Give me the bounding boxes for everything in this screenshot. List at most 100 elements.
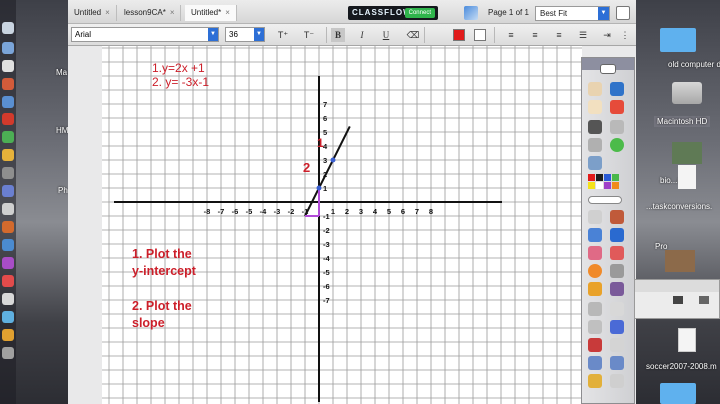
eject-icon[interactable]	[673, 296, 683, 304]
clipboard-icon[interactable]	[610, 302, 624, 316]
zoom-select[interactable]: Best Fit ▼	[535, 6, 610, 21]
previous-page-icon[interactable]	[588, 138, 602, 152]
video-thumbnail-icon[interactable]	[665, 250, 695, 272]
tab-untitled[interactable]: Untitled ×	[68, 5, 117, 21]
folder-icon[interactable]	[660, 383, 696, 404]
annotation-2: 2	[303, 160, 311, 175]
connector-icon[interactable]	[610, 264, 624, 278]
redo-icon[interactable]	[610, 356, 624, 370]
align-center-icon[interactable]: ≡	[528, 28, 542, 42]
color-black[interactable]	[596, 174, 603, 181]
dice-icon[interactable]	[588, 338, 602, 352]
color-white[interactable]	[596, 182, 603, 189]
app-icon[interactable]	[2, 329, 14, 341]
app-icon[interactable]	[2, 167, 14, 179]
undo-icon[interactable]	[588, 356, 602, 370]
app-icon[interactable]	[2, 60, 14, 72]
shape-icon[interactable]	[610, 246, 624, 260]
movie-file-icon[interactable]	[678, 328, 696, 352]
indent-icon[interactable]: ⇥	[600, 28, 614, 42]
notes-icon[interactable]	[588, 100, 602, 114]
browser-icon[interactable]	[588, 82, 602, 96]
app-icon[interactable]	[2, 131, 14, 143]
align-left-icon[interactable]: ≡	[504, 28, 518, 42]
grow-font-button[interactable]: T⁺	[276, 28, 290, 42]
clear-icon[interactable]	[610, 120, 624, 134]
page-thumbnails-icon[interactable]	[464, 6, 478, 20]
app-icon[interactable]	[2, 311, 14, 323]
select-icon[interactable]	[588, 210, 602, 224]
camera-icon[interactable]	[588, 374, 602, 388]
text-icon[interactable]	[588, 282, 602, 296]
secondary-window-titlebar[interactable]	[635, 280, 719, 292]
keyboard-icon[interactable]	[610, 338, 624, 352]
color-red[interactable]	[588, 174, 595, 181]
color-purple[interactable]	[604, 182, 611, 189]
clear-format-button[interactable]: ⌫	[406, 28, 420, 42]
tools-icon[interactable]	[610, 210, 624, 224]
bullet-list-icon[interactable]: ☰	[576, 28, 590, 42]
color-yellow[interactable]	[588, 182, 595, 189]
desktop-left-label: Ma	[56, 68, 68, 77]
app-icon[interactable]	[2, 42, 14, 54]
text-color-swatch[interactable]	[453, 29, 465, 41]
pen-width-slider[interactable]	[588, 196, 622, 204]
font-size-select[interactable]: 36 ▼	[225, 27, 265, 42]
desktop-annotate-icon[interactable]	[588, 156, 602, 170]
app-icon[interactable]	[2, 347, 14, 359]
video-thumbnail-icon[interactable]	[672, 142, 702, 164]
font-family-select[interactable]: Arial ▼	[71, 27, 219, 42]
color-orange[interactable]	[612, 182, 619, 189]
italic-button[interactable]: I	[355, 28, 369, 42]
trash-icon[interactable]	[610, 374, 624, 388]
close-icon[interactable]: ×	[105, 8, 110, 17]
pen-icon[interactable]	[588, 228, 602, 242]
line-icon[interactable]	[588, 302, 602, 316]
magic-ink-icon[interactable]	[610, 282, 624, 296]
screen-shade-icon[interactable]	[588, 120, 602, 134]
next-page-icon[interactable]	[610, 138, 624, 152]
color-green[interactable]	[612, 174, 619, 181]
fill-color-swatch[interactable]	[474, 29, 486, 41]
app-icon[interactable]	[2, 239, 14, 251]
finder-icon[interactable]	[2, 22, 14, 34]
revealer-icon[interactable]	[588, 320, 602, 334]
eraser-icon[interactable]	[588, 246, 602, 260]
play-icon[interactable]	[699, 296, 709, 304]
app-icon[interactable]	[2, 221, 14, 233]
record-icon[interactable]	[610, 100, 624, 114]
resource-icon[interactable]	[610, 82, 624, 96]
tab-lesson9ca[interactable]: lesson9CA* ×	[118, 5, 182, 21]
connect-button[interactable]: Connect	[404, 8, 435, 18]
y-tick-label: -5	[323, 268, 330, 277]
align-right-icon[interactable]: ≡	[552, 28, 566, 42]
app-icon[interactable]	[2, 275, 14, 287]
spotlight-icon[interactable]	[610, 320, 624, 334]
app-icon[interactable]	[2, 257, 14, 269]
document-icon[interactable]	[678, 165, 696, 189]
close-icon[interactable]: ×	[170, 8, 175, 17]
fill-icon[interactable]	[588, 264, 602, 278]
shrink-font-button[interactable]: T⁻	[302, 28, 316, 42]
close-icon[interactable]: ×	[225, 8, 230, 17]
window-menu-icon[interactable]	[616, 6, 630, 20]
app-icon[interactable]	[2, 203, 14, 215]
app-icon[interactable]	[2, 96, 14, 108]
bold-button[interactable]: B	[331, 28, 345, 42]
export-icon[interactable]	[600, 64, 616, 74]
app-icon[interactable]	[2, 185, 14, 197]
color-blue[interactable]	[604, 174, 611, 181]
more-icon[interactable]: ⋮	[618, 28, 632, 42]
chevron-down-icon: ▼	[598, 7, 609, 20]
app-icon[interactable]	[2, 293, 14, 305]
underline-button[interactable]: U	[379, 28, 393, 42]
folder-icon[interactable]	[660, 28, 696, 52]
app-icon[interactable]	[2, 78, 14, 90]
app-icon[interactable]	[2, 149, 14, 161]
app-icon[interactable]	[2, 113, 14, 125]
tab-untitled-active[interactable]: Untitled* ×	[185, 5, 237, 21]
hard-drive-icon[interactable]	[672, 82, 702, 104]
step-1-text: 1. Plot the y-intercept	[132, 246, 196, 280]
flipchart-canvas[interactable]: -8-7-6-5-4-3-2-1123456787654321-1-2-3-4-…	[102, 46, 582, 404]
highlighter-icon[interactable]	[610, 228, 624, 242]
